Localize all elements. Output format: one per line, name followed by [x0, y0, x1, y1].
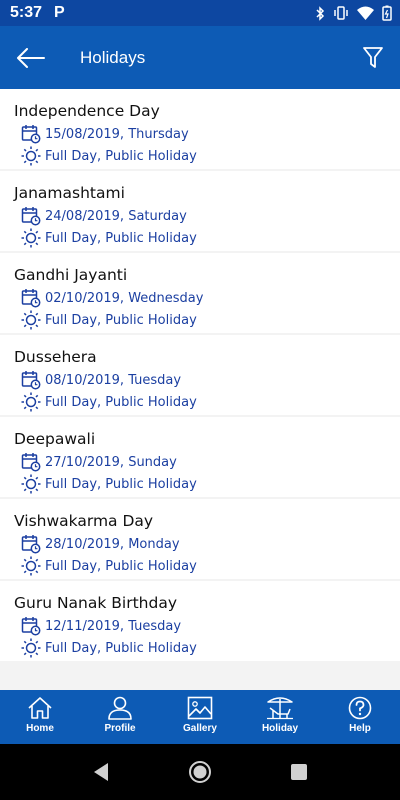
- holiday-type: Full Day, Public Holiday: [45, 148, 197, 164]
- nav-gallery[interactable]: Gallery: [160, 690, 240, 744]
- holiday-card[interactable]: Vishwakarma Day 28/10/2019, Monday Full …: [0, 499, 400, 579]
- system-back-icon[interactable]: [92, 762, 110, 782]
- holiday-type: Full Day, Public Holiday: [45, 558, 197, 574]
- holiday-type-row: Full Day, Public Holiday: [14, 309, 386, 331]
- holiday-date: 12/11/2019, Tuesday: [45, 618, 182, 634]
- page-title: Holidays: [80, 47, 146, 67]
- holiday-type: Full Day, Public Holiday: [45, 640, 197, 656]
- calendar-clock-icon: [21, 453, 41, 472]
- holiday-card[interactable]: Dussehera 08/10/2019, Tuesday Full Day, …: [0, 335, 400, 415]
- vibrate-icon: [334, 6, 348, 20]
- holiday-date-row: 02/10/2019, Wednesday: [14, 287, 386, 309]
- nav-label: Profile: [104, 723, 136, 734]
- nav-label: Gallery: [183, 723, 217, 734]
- holiday-card[interactable]: Janamashtami 24/08/2019, Saturday Full D…: [0, 171, 400, 251]
- sun-icon: [21, 638, 41, 658]
- wifi-icon: [357, 6, 374, 20]
- holiday-date: 15/08/2019, Thursday: [45, 126, 189, 142]
- holiday-date-row: 12/11/2019, Tuesday: [14, 615, 386, 637]
- holiday-name: Deepawali: [14, 430, 96, 448]
- nav-label: Holiday: [261, 723, 299, 734]
- holiday-card[interactable]: Deepawali 27/10/2019, Sunday Full Day, P…: [0, 417, 400, 497]
- nav-help[interactable]: Help: [320, 690, 400, 744]
- holiday-name: Guru Nanak Birthday: [14, 594, 177, 612]
- holiday-date: 02/10/2019, Wednesday: [45, 290, 204, 306]
- holiday-date-row: 08/10/2019, Tuesday: [14, 369, 386, 391]
- beach-chair-icon: [267, 697, 293, 720]
- holiday-type-row: Full Day, Public Holiday: [14, 145, 386, 167]
- holiday-type-row: Full Day, Public Holiday: [14, 227, 386, 249]
- holiday-card[interactable]: Independence Day 15/08/2019, Thursday Fu…: [0, 89, 400, 169]
- calendar-clock-icon: [21, 207, 41, 226]
- sun-icon: [21, 474, 41, 494]
- calendar-clock-icon: [21, 371, 41, 390]
- holiday-name: Janamashtami: [14, 184, 125, 202]
- bluetooth-icon: [316, 5, 325, 21]
- status-bar: 5:37 P: [0, 0, 400, 26]
- battery-icon: [382, 5, 392, 21]
- holiday-date-row: 28/10/2019, Monday: [14, 533, 386, 555]
- back-button[interactable]: [0, 26, 62, 89]
- status-time: 5:37: [10, 4, 43, 21]
- holiday-type: Full Day, Public Holiday: [45, 394, 197, 410]
- sun-icon: [21, 310, 41, 330]
- holiday-date-row: 27/10/2019, Sunday: [14, 451, 386, 473]
- home-icon: [28, 697, 52, 719]
- calendar-clock-icon: [21, 125, 41, 144]
- back-arrow-icon: [17, 47, 45, 68]
- holiday-name: Vishwakarma Day: [14, 512, 154, 530]
- nav-label: Help: [349, 723, 371, 734]
- holiday-type: Full Day, Public Holiday: [45, 230, 197, 246]
- holiday-date: 08/10/2019, Tuesday: [45, 372, 182, 388]
- holiday-date-row: 15/08/2019, Thursday: [14, 123, 386, 145]
- gallery-icon: [187, 696, 213, 720]
- holiday-type: Full Day, Public Holiday: [45, 476, 197, 492]
- profile-icon: [108, 696, 132, 720]
- holiday-type-row: Full Day, Public Holiday: [14, 473, 386, 495]
- sun-icon: [21, 392, 41, 412]
- holiday-name: Independence Day: [14, 102, 160, 120]
- help-icon: [348, 696, 372, 720]
- filter-button[interactable]: [346, 26, 400, 89]
- holiday-type-row: Full Day, Public Holiday: [14, 391, 386, 413]
- holiday-card[interactable]: Gandhi Jayanti 02/10/2019, Wednesday Ful…: [0, 253, 400, 333]
- holiday-name: Dussehera: [14, 348, 97, 366]
- system-home-icon[interactable]: [188, 760, 212, 784]
- app-bar: Holidays: [0, 26, 400, 89]
- parking-notification-icon: P: [54, 4, 65, 21]
- sun-icon: [21, 556, 41, 576]
- holiday-date-row: 24/08/2019, Saturday: [14, 205, 386, 227]
- holiday-date: 28/10/2019, Monday: [45, 536, 180, 552]
- holiday-list[interactable]: Independence Day 15/08/2019, Thursday Fu…: [0, 89, 400, 690]
- nav-profile[interactable]: Profile: [80, 690, 160, 744]
- holiday-name: Gandhi Jayanti: [14, 266, 128, 284]
- system-navigation-bar: [0, 744, 400, 800]
- calendar-clock-icon: [21, 289, 41, 308]
- nav-home[interactable]: Home: [0, 690, 80, 744]
- sun-icon: [21, 228, 41, 248]
- holiday-date: 24/08/2019, Saturday: [45, 208, 187, 224]
- bottom-navigation: Home Profile Gallery Holiday Help: [0, 690, 400, 744]
- sun-icon: [21, 146, 41, 166]
- holiday-date: 27/10/2019, Sunday: [45, 454, 177, 470]
- nav-holiday[interactable]: Holiday: [240, 690, 320, 744]
- calendar-clock-icon: [21, 535, 41, 554]
- holiday-card[interactable]: Guru Nanak Birthday 12/11/2019, Tuesday …: [0, 581, 400, 661]
- holiday-type-row: Full Day, Public Holiday: [14, 637, 386, 659]
- system-recents-icon[interactable]: [290, 763, 308, 781]
- calendar-clock-icon: [21, 617, 41, 636]
- holiday-type-row: Full Day, Public Holiday: [14, 555, 386, 577]
- nav-label: Home: [26, 723, 54, 734]
- filter-icon: [363, 46, 383, 68]
- holiday-type: Full Day, Public Holiday: [45, 312, 197, 328]
